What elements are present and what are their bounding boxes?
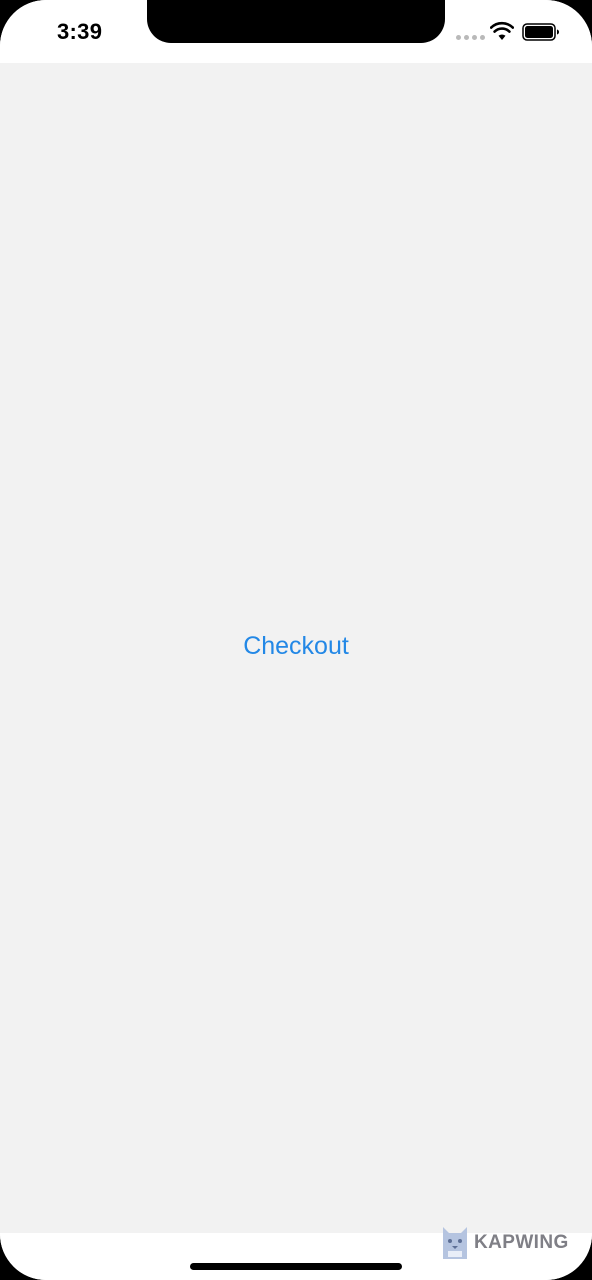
home-indicator[interactable] xyxy=(190,1263,402,1270)
battery-icon xyxy=(522,23,559,41)
phone-screen: 3:39 Checkout KAPWING xyxy=(0,0,592,1280)
wifi-icon xyxy=(490,21,514,40)
device-notch xyxy=(147,0,445,43)
checkout-button[interactable]: Checkout xyxy=(0,632,592,661)
main-content: Checkout xyxy=(0,63,592,1233)
kapwing-logo-icon xyxy=(443,1227,467,1259)
watermark-text: KAPWING xyxy=(474,1232,569,1253)
cellular-signal-icon xyxy=(456,35,485,40)
kapwing-watermark: KAPWING xyxy=(441,1225,569,1261)
status-time: 3:39 xyxy=(57,19,103,44)
